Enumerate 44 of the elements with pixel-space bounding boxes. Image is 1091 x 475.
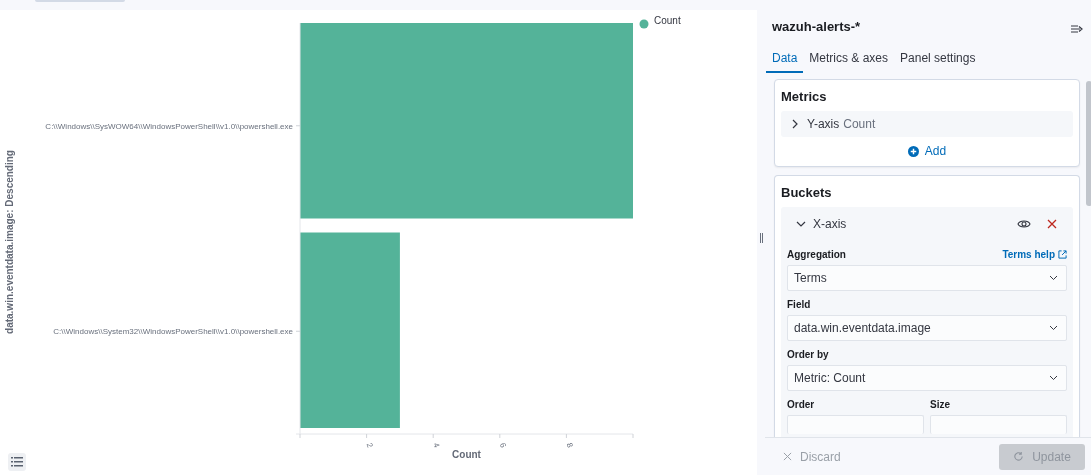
- resize-handle[interactable]: [759, 232, 763, 243]
- row-label: X-axis: [813, 217, 847, 231]
- card-heading: Buckets: [781, 184, 833, 202]
- scrollbar-thumb[interactable]: [1086, 81, 1091, 206]
- size-field[interactable]: [930, 415, 1067, 434]
- tick-label: 6: [497, 441, 508, 449]
- field-label: Aggregation: [787, 249, 846, 260]
- caret-icon: [1049, 275, 1058, 281]
- field-label: Order: [787, 399, 815, 410]
- caret-icon: [1049, 375, 1058, 381]
- help-link[interactable]: Terms help: [1002, 249, 1067, 260]
- x-axis-title: Count: [452, 449, 481, 460]
- close-icon: [783, 452, 792, 461]
- plus-circle-icon: [907, 145, 919, 157]
- y-axis-title: data.win.eventdata.image: Descending: [4, 150, 15, 334]
- tick-label: 4: [431, 441, 442, 449]
- row-value: Count: [843, 117, 876, 131]
- y-axis-row[interactable]: Y-axis Count: [781, 111, 1073, 137]
- tab[interactable]: Panel settings: [894, 46, 982, 73]
- card-heading: Metrics: [781, 88, 828, 106]
- order-by-select[interactable]: Metric: Count: [787, 365, 1067, 391]
- tick-label: 2: [364, 441, 375, 449]
- x-axis-row[interactable]: X-axis: [787, 207, 1067, 241]
- tab[interactable]: Metrics & axes: [803, 46, 895, 73]
- index-pattern-title: wazuh-alerts-*: [772, 18, 862, 34]
- tab[interactable]: Data: [766, 46, 804, 73]
- add-button[interactable]: Add: [901, 143, 953, 159]
- eye-icon[interactable]: [1017, 219, 1031, 229]
- field-label: Order by: [787, 349, 829, 360]
- aggregation-select[interactable]: Terms: [787, 265, 1067, 291]
- collapse-icon[interactable]: [1071, 24, 1083, 34]
- legend-label[interactable]: Count: [654, 15, 681, 26]
- field-label: Field: [787, 299, 811, 310]
- caret-icon: [1049, 325, 1058, 331]
- refresh-icon: [1013, 451, 1025, 462]
- field-select[interactable]: data.win.eventdata.image: [787, 315, 1067, 341]
- external-link-icon: [1058, 250, 1067, 259]
- row-label: Y-axis: [807, 117, 840, 131]
- list-icon[interactable]: [8, 453, 26, 471]
- tick-label: 8: [564, 441, 575, 449]
- close-icon[interactable]: [1047, 219, 1057, 229]
- category-label: C:\\Windows\\System32\\WindowsPowerShell\\v1.0\\powershell.exe: [53, 327, 293, 337]
- field-label: Size: [930, 399, 950, 410]
- category-label: C:\\Windows\\SysWOW64\\WindowsPowerShell\\v1.0\\powershell.exe: [45, 121, 293, 131]
